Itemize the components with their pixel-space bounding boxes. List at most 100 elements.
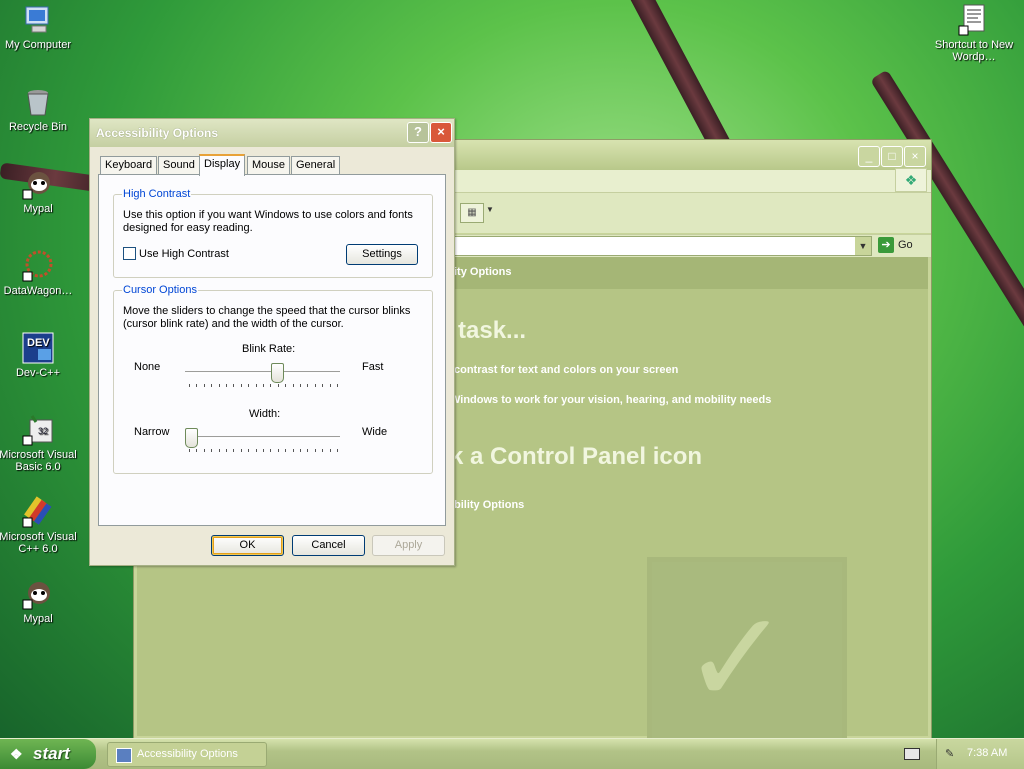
slider-tick [315,449,316,452]
task-link-configure[interactable]: Windows to work for your vision, hearing… [450,394,771,406]
desktop-icon-mypal[interactable]: Mypal [0,168,78,215]
display-tab-panel: High Contrast Use this option if you wan… [98,174,446,526]
slider-tick [196,449,197,452]
mypal-icon [22,578,54,610]
slider-tick [241,384,242,387]
address-input[interactable]: ▼ [454,236,872,256]
width-ticks [189,449,338,453]
help-button[interactable]: ? [407,122,429,143]
slider-tick [278,384,279,387]
system-tray: ✎ 7:38 AM [936,739,1024,769]
slider-tick [204,384,205,387]
slider-tick [219,384,220,387]
go-label: Go [898,239,913,251]
slider-tick [233,384,234,387]
use-high-contrast-label[interactable]: Use High Contrast [139,248,229,261]
dialog-title: Accessibility Options [96,126,219,140]
desktop-icon-datawagon[interactable]: DataWagon… [0,250,78,297]
desktop-icon-label: Mypal [23,203,53,215]
desktop-icon-my-computer[interactable]: My Computer [0,4,78,51]
views-icon[interactable]: ▦ [460,203,484,223]
slider-tick [270,449,271,452]
my-computer-icon [22,4,54,36]
ok-button[interactable]: OK [211,535,284,556]
close-button[interactable]: × [430,122,452,143]
slider-tick [270,384,271,387]
slider-tick [300,384,301,387]
slider-tick [315,384,316,387]
apply-button[interactable]: Apply [372,535,445,556]
width-slider-thumb[interactable] [185,428,198,448]
slider-tick [196,384,197,387]
blink-rate-max-label: Fast [362,361,384,373]
taskbar: ❖ start Accessibility Options ✎ 7:38 AM [0,738,1024,769]
tab-sound[interactable]: Sound [158,156,200,174]
use-high-contrast-checkbox[interactable] [123,247,136,260]
desktop-icon-recycle-bin[interactable]: Recycle Bin [0,86,78,133]
chevron-down-icon[interactable]: ▼ [855,237,871,255]
accessibility-watermark-icon [647,557,847,757]
dev-cpp-icon: DEV [22,332,54,364]
tab-mouse[interactable]: Mouse [247,156,291,174]
width-min-label: Narrow [134,426,170,438]
task-link-contrast[interactable]: contrast for text and colors on your scr… [454,364,678,376]
blink-rate-ticks [189,384,338,388]
blink-rate-slider-track[interactable] [185,371,340,374]
keyboard-icon[interactable] [904,748,920,760]
slider-tick [226,449,227,452]
desktop-icon-visual-cpp[interactable]: Microsoft Visual C++ 6.0 [0,496,78,555]
slider-tick [204,449,205,452]
desktop-icon-label: Recycle Bin [8,121,68,133]
desktop-icon-label: DataWagon… [3,285,73,297]
desktop-icon-dev-cpp[interactable]: DEV Dev-C++ [0,332,78,379]
width-slider-track[interactable] [185,436,340,439]
minimize-button[interactable]: _ [858,146,880,167]
tab-keyboard[interactable]: Keyboard [100,156,158,174]
slider-tick [278,449,279,452]
desktop-icon-wordpad-shortcut[interactable]: Shortcut to New Wordp… [934,4,1014,63]
slider-tick [189,449,190,452]
windows-flag-icon: ❖ [10,746,23,762]
start-button[interactable]: ❖ start [0,739,96,769]
slider-tick [233,449,234,452]
dialog-titlebar[interactable]: Accessibility Options ? × [90,119,454,147]
go-button[interactable]: ➔ Go [878,237,913,253]
close-button[interactable]: × [904,146,926,167]
mypal-icon [22,168,54,200]
desktop-icon-mypal-2[interactable]: Mypal [0,578,78,625]
category-header-text: ity Options [454,266,512,278]
group-legend: Cursor Options [122,284,198,296]
slider-tick [285,384,286,387]
accessibility-tray-icon[interactable]: ✎ [945,747,954,760]
cancel-button[interactable]: Cancel [292,535,365,556]
slider-tick [307,384,308,387]
clock[interactable]: 7:38 AM [967,747,1007,759]
slider-tick [337,384,338,387]
blink-rate-min-label: None [134,361,161,373]
settings-button[interactable]: Settings [346,244,418,265]
desktop-icon-label: Shortcut to New Wordp… [934,39,1014,63]
tab-display[interactable]: Display [199,154,246,176]
windows-logo-icon: ❖ [895,168,927,192]
icon-link-accessibility[interactable]: bility Options [454,499,524,511]
blink-rate-slider-thumb[interactable] [271,363,284,383]
slider-tick [189,384,190,387]
maximize-button[interactable]: □ [881,146,903,167]
taskbar-item-accessibility-options[interactable]: Accessibility Options [107,742,267,767]
cursor-options-description: Move the sliders to change the speed tha… [123,305,411,330]
desktop-icon-visual-basic[interactable]: 32 Microsoft Visual Basic 6.0 [0,414,78,473]
slider-tick [226,384,227,387]
visual-basic-icon: 32 [22,414,54,446]
chevron-down-icon[interactable]: ▼ [486,205,494,214]
slider-tick [293,384,294,387]
slider-tick [293,449,294,452]
pick-icon-heading: k a Control Panel icon [450,443,703,470]
tab-general[interactable]: General [291,156,341,174]
slider-tick [211,449,212,452]
svg-text:32: 32 [38,426,48,436]
desktop-icon-label: My Computer [4,39,72,51]
taskbar-item-label: Accessibility Options [137,748,238,760]
desktop-icon-label: Microsoft Visual Basic 6.0 [0,449,77,473]
slider-tick [248,384,249,387]
recycle-bin-icon [22,86,54,118]
